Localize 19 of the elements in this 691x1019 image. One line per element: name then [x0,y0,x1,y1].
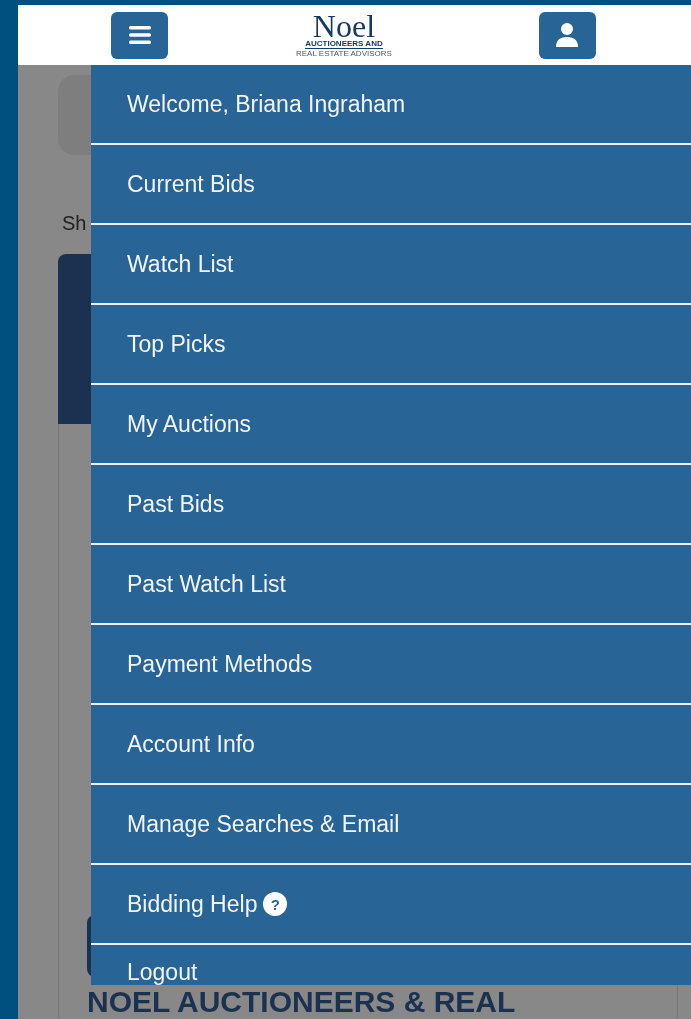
menu-item[interactable]: Past Watch List [91,545,691,625]
menu-item[interactable]: Logout [91,945,691,985]
menu-item[interactable]: Bidding Help ? [91,865,691,945]
menu-item[interactable]: Top Picks [91,305,691,385]
menu-item[interactable]: Past Bids [91,465,691,545]
menu-item[interactable]: My Auctions [91,385,691,465]
menu-button[interactable] [111,11,168,59]
menu-item[interactable]: Account Info [91,705,691,785]
menu-icon [128,26,151,44]
results-text: Sh [62,211,88,236]
user-icon [556,23,579,47]
listing-heading: NOEL AUCTIONEERS & REAL [87,985,517,1019]
menu-item[interactable]: Payment Methods [91,625,691,705]
help-icon: ? [263,892,288,916]
account-button[interactable] [538,11,596,59]
menu-item[interactable]: Manage Searches & Email [91,785,691,865]
menu-item[interactable]: Current Bids [91,145,691,225]
menu-item[interactable]: Watch List [91,225,691,305]
menu-item[interactable]: Welcome, Briana Ingraham [91,65,691,145]
